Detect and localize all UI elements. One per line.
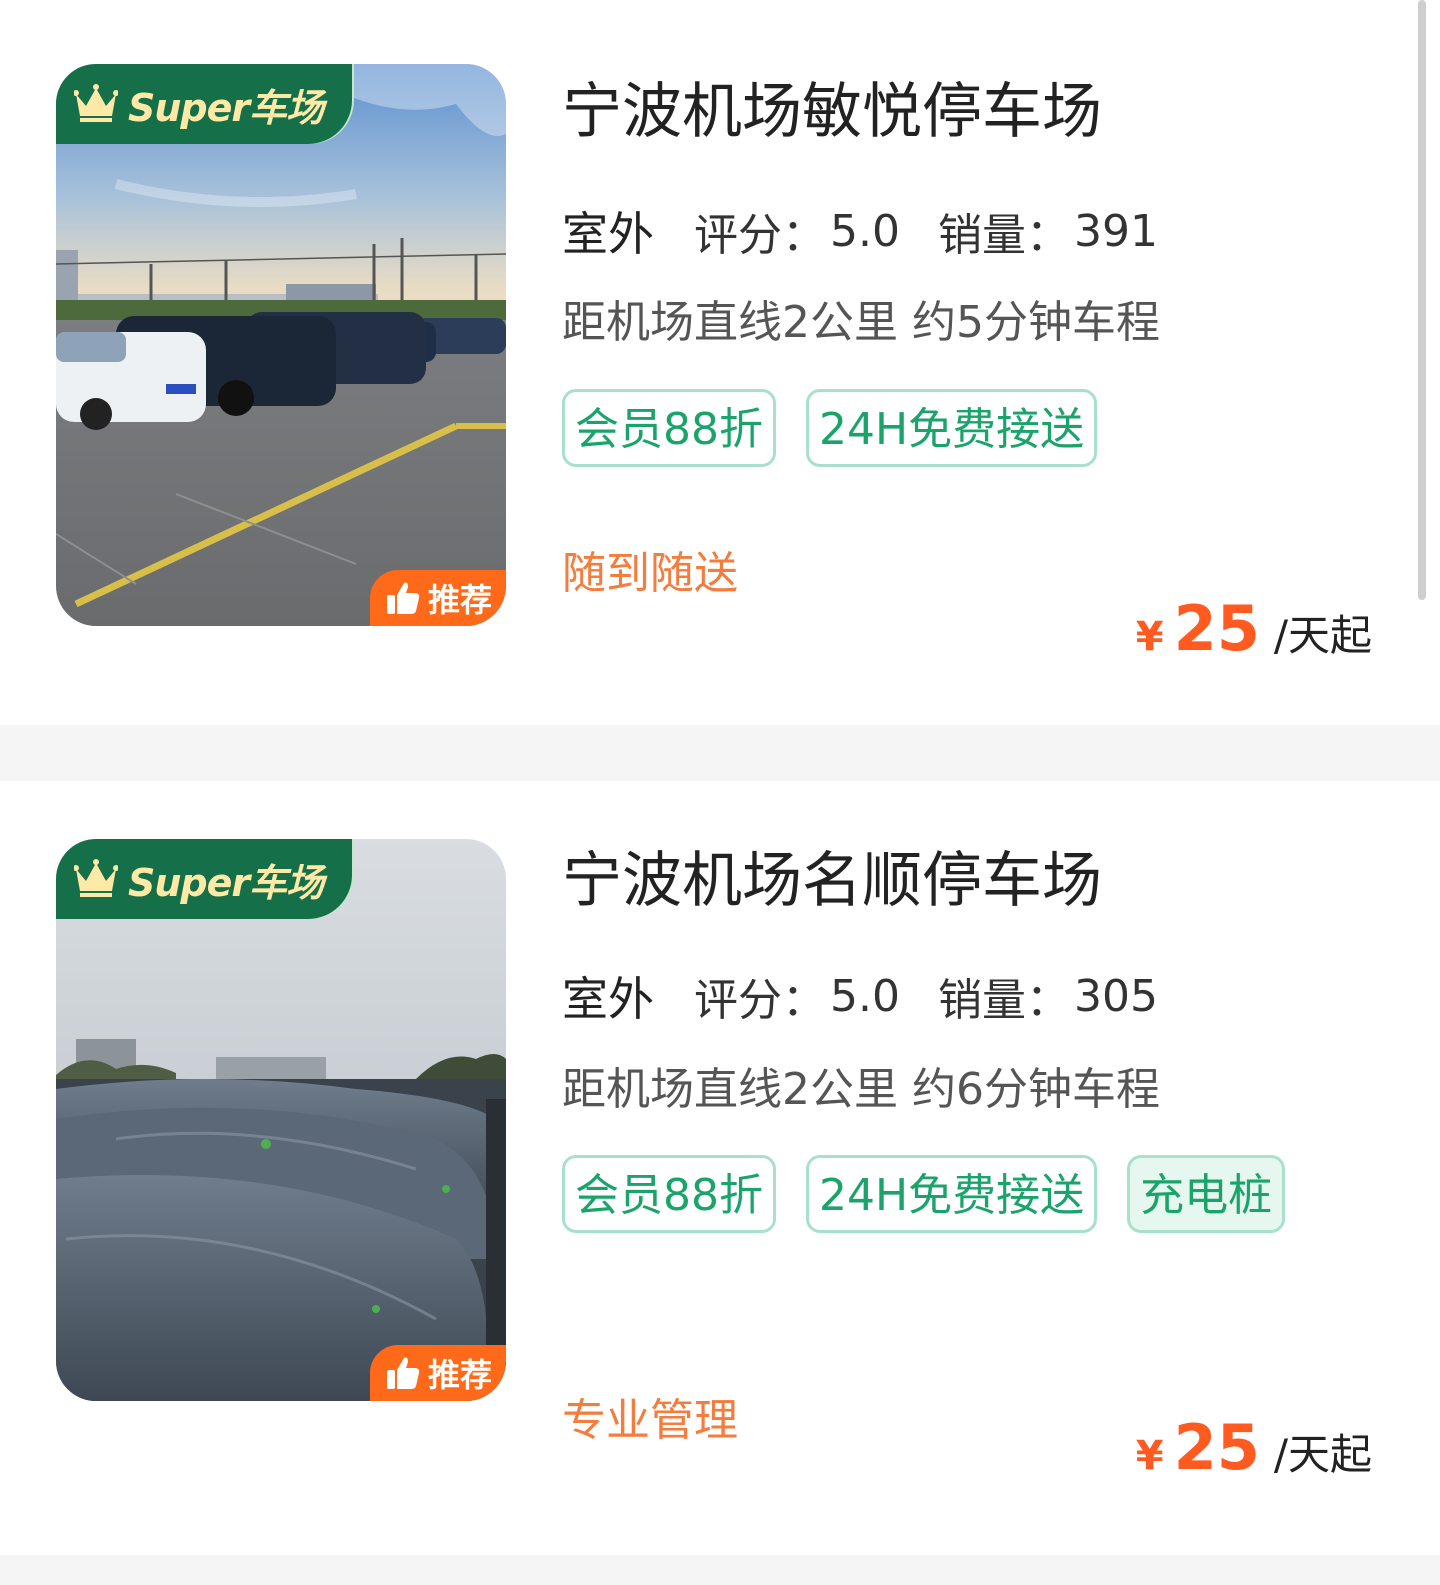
currency-symbol: ¥ [1135,614,1164,660]
distance-info: 距机场直线2公里 约5分钟车程 [562,297,1160,348]
recommend-badge: 推荐 [370,570,506,626]
parking-lot-photo[interactable]: Super车场 推荐 [56,839,506,1401]
distance-info: 距机场直线2公里 约6分钟车程 [562,1064,1160,1115]
parking-lot-card[interactable]: Super车场 推荐 宁波机场敏悦停车场 室外 评分： 5.0 销量： 391 … [0,0,1440,725]
lot-type-tag: 室外 [562,198,654,270]
rating-label: 评分： [694,975,826,1026]
feature-tag: 24H免费接送 [806,1155,1098,1233]
rating-label: 评分： [694,210,826,261]
sales-value: 305 [1073,970,1158,1022]
parking-lot-card[interactable]: Super车场 推荐 宁波机场名顺停车场 室外 评分： 5.0 销量： 305 … [0,781,1440,1555]
charging-tag: 充电桩 [1127,1155,1286,1233]
parking-lot-image [56,64,506,626]
feature-tags: 会员88折 24H免费接送 [562,389,1322,467]
thumbs-up-icon [386,1357,420,1389]
recommend-label: 推荐 [427,581,492,619]
parking-lot-photo[interactable]: Super车场 推荐 [56,64,506,626]
price-amount: 25 [1173,1411,1260,1484]
super-lot-label: Super车场 [128,85,324,130]
lot-meta: 室外 评分： 5.0 销量： 391 [562,198,1158,270]
price-unit: /天起 [1273,1430,1372,1479]
price-unit: /天起 [1273,611,1372,660]
feature-tag: 24H免费接送 [806,389,1098,467]
sales-value: 391 [1073,205,1158,257]
thumbs-up-icon [386,582,420,614]
price: ¥ 25 /天起 [1136,1411,1372,1484]
lot-meta: 室外 评分： 5.0 销量： 305 [562,963,1158,1035]
feature-tag: 会员88折 [562,1155,776,1233]
rating-value: 5.0 [830,205,900,257]
currency-symbol: ¥ [1135,1433,1164,1479]
lot-name[interactable]: 宁波机场名顺停车场 [562,845,1102,917]
lot-type-tag: 室外 [562,963,654,1035]
super-lot-badge: Super车场 [56,839,352,919]
crown-icon [74,859,118,897]
scrollbar[interactable] [1418,0,1426,600]
super-lot-badge: Super车场 [56,64,352,144]
rating-value: 5.0 [830,970,900,1022]
highlight-text: 专业管理 [562,1395,738,1446]
sales-label: 销量： [937,210,1070,261]
parking-lot-image [56,839,506,1401]
price: ¥ 25 /天起 [1136,592,1372,665]
highlight-text: 随到随送 [562,548,738,599]
crown-icon [74,84,118,122]
recommend-label: 推荐 [427,1356,492,1394]
lot-name[interactable]: 宁波机场敏悦停车场 [562,76,1102,148]
super-lot-label: Super车场 [128,860,324,905]
recommend-badge: 推荐 [370,1345,506,1401]
price-amount: 25 [1173,592,1260,665]
sales-label: 销量： [937,975,1070,1026]
feature-tag: 会员88折 [562,389,776,467]
feature-tags: 会员88折 24H免费接送 充电桩 [562,1155,1322,1233]
